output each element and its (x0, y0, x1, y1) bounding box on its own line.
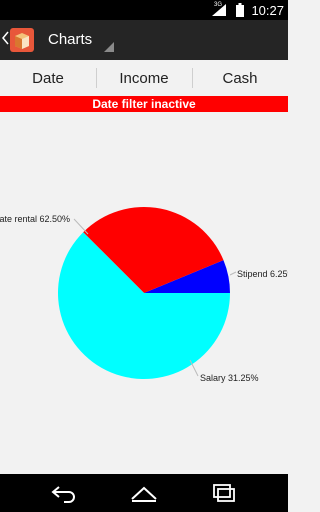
signal-icon (212, 4, 226, 16)
clock: 10:27 (251, 3, 284, 18)
up-navigation-icon[interactable] (2, 30, 10, 46)
tab-income[interactable]: Income (96, 60, 192, 96)
navigation-bar (0, 474, 288, 512)
app-logo-icon[interactable] (10, 28, 34, 52)
pie-chart-area: Stipend 6.25% Salary 31.25% Real estate re… (0, 112, 296, 474)
pie-label-connector (229, 271, 237, 276)
pie-slice-label: Stipend 6.25% (237, 269, 288, 279)
page-title[interactable]: Charts (48, 31, 92, 48)
status-bar: 3G 10:27 (0, 0, 288, 20)
battery-icon (236, 3, 244, 17)
dropdown-corner-icon[interactable] (104, 42, 114, 52)
pie-slice-label: Real estate rental 62.50% (0, 214, 70, 224)
action-bar: Charts (0, 20, 288, 60)
pie-chart[interactable]: Stipend 6.25% Salary 31.25% Real estate re… (0, 112, 296, 474)
recent-apps-icon[interactable] (209, 483, 239, 503)
tab-bar: Date Income Cash (0, 60, 288, 96)
pie-slice-label: Salary 31.25% (200, 373, 259, 383)
back-icon[interactable] (49, 483, 79, 503)
home-icon[interactable] (129, 483, 159, 503)
pie-label-connector (73, 218, 89, 235)
tab-cash[interactable]: Cash (192, 60, 288, 96)
tab-date[interactable]: Date (0, 60, 96, 96)
filter-status-banner: Date filter inactive (0, 96, 288, 112)
